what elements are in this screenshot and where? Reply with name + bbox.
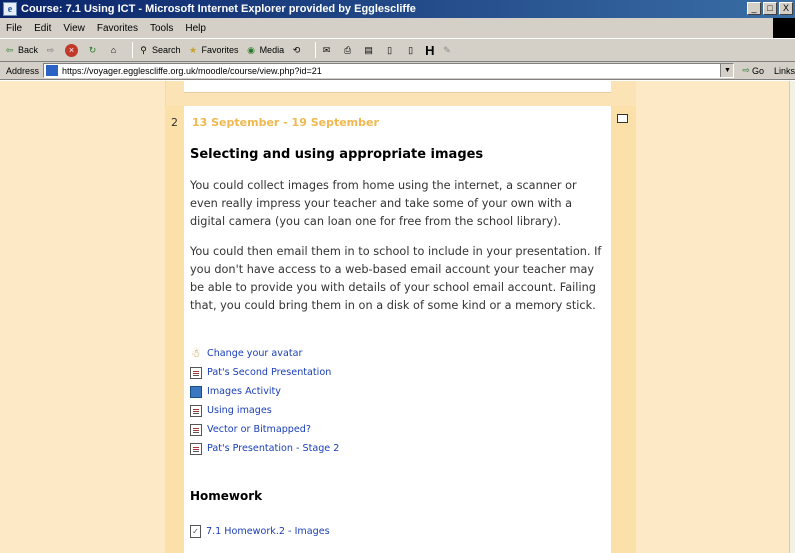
previous-section — [184, 81, 611, 93]
mail-button[interactable]: ✉ — [320, 44, 335, 57]
go-button[interactable]: ⇨ Go — [742, 65, 764, 76]
homework-heading: Homework — [190, 489, 263, 503]
home-button[interactable]: ⌂ — [107, 44, 122, 57]
resource-item-images-activity[interactable]: Images Activity — [190, 382, 339, 401]
messenger-icon: ▯ — [408, 44, 414, 55]
section-paragraph-2: You could then email them in to school t… — [190, 245, 602, 312]
menu-file[interactable]: File — [0, 23, 28, 34]
avatar-icon: ☃ — [191, 346, 201, 360]
stop-button[interactable]: × — [65, 43, 80, 57]
homework-item[interactable]: ✓ 7.1 Homework.2 - Images — [190, 525, 330, 538]
maximize-button[interactable]: □ — [763, 2, 777, 15]
history-icon: ⟲ — [292, 44, 301, 55]
edit-icon: ▤ — [364, 44, 373, 55]
resource-doc-icon — [190, 423, 202, 436]
resource-item-change-avatar[interactable]: ☃ Change your avatar — [190, 344, 339, 363]
search-icon: ⚲ — [140, 44, 147, 55]
forward-button[interactable]: ⇨ — [44, 44, 59, 57]
search-label: Search — [152, 45, 181, 55]
resource-link[interactable]: Change your avatar — [207, 348, 302, 359]
pen-button[interactable]: ✎ — [440, 44, 455, 57]
window-controls: _ □ X — [747, 2, 793, 15]
menu-tools[interactable]: Tools — [144, 23, 179, 34]
back-arrow-icon: ⇦ — [5, 44, 14, 55]
media-icon: ◉ — [247, 44, 255, 55]
page-icon — [46, 65, 59, 76]
search-button[interactable]: ⚲ Search — [137, 44, 181, 57]
window-title: Course: 7.1 Using ICT - Microsoft Intern… — [21, 3, 416, 15]
show-only-section-icon[interactable] — [617, 114, 628, 123]
address-input[interactable]: https://voyager.egglescliffe.org.uk/mood… — [43, 63, 735, 78]
back-button[interactable]: ⇦ Back — [3, 44, 38, 57]
page-content: 2 13 September - 19 September Selecting … — [0, 81, 795, 553]
links-button[interactable]: Links — [774, 66, 795, 76]
discuss-icon: ▯ — [387, 44, 393, 55]
resource-doc-icon — [190, 442, 202, 455]
ie-icon: e — [3, 2, 17, 16]
resource-list: ☃ Change your avatar Pat's Second Presen… — [190, 344, 339, 458]
mail-icon: ✉ — [322, 44, 331, 55]
favorites-label: Favorites — [201, 45, 239, 55]
toolbar-separator — [132, 42, 134, 58]
section-heading: Selecting and using appropriate images — [190, 147, 484, 162]
pen-icon: ✎ — [443, 44, 451, 55]
toolbar: ⇦ Back ⇨ × ↻ ⌂ ⚲ Search ★ Favorites ◉ Me… — [0, 38, 795, 62]
scrollbar[interactable] — [789, 81, 795, 553]
favorites-button[interactable]: ★ Favorites — [187, 44, 239, 57]
resource-doc-icon — [190, 404, 202, 417]
resource-link[interactable]: Vector or Bitmapped? — [207, 424, 311, 435]
menu-view[interactable]: View — [57, 23, 91, 34]
h-icon: H — [425, 42, 435, 58]
resource-item-second-presentation[interactable]: Pat's Second Presentation — [190, 363, 339, 382]
discuss-button[interactable]: ▯ — [383, 44, 398, 57]
minimize-button[interactable]: _ — [747, 2, 761, 15]
messenger-button[interactable]: ▯ — [404, 44, 419, 57]
menu-help[interactable]: Help — [179, 23, 212, 34]
assignment-icon: ✓ — [190, 525, 201, 538]
refresh-icon: ↻ — [88, 44, 97, 55]
address-url: https://voyager.egglescliffe.org.uk/mood… — [62, 65, 322, 76]
forward-arrow-icon: ⇨ — [46, 44, 55, 55]
section-content — [184, 106, 611, 553]
resource-link[interactable]: Images Activity — [207, 386, 281, 397]
section-paragraph-1: You could collect images from home using… — [190, 179, 577, 228]
back-label: Back — [18, 45, 39, 55]
media-label: Media — [259, 45, 285, 55]
close-button[interactable]: X — [779, 2, 793, 15]
resource-link[interactable]: Pat's Presentation - Stage 2 — [207, 443, 339, 454]
section-left-side — [165, 106, 184, 553]
address-dropdown-icon[interactable]: ▼ — [720, 64, 734, 77]
stop-icon: × — [65, 43, 79, 57]
window-title-bar: e Course: 7.1 Using ICT - Microsoft Inte… — [0, 0, 795, 18]
activity-icon — [190, 385, 202, 398]
media-button[interactable]: ◉ Media — [245, 44, 285, 57]
menu-bar: File Edit View Favorites Tools Help — [0, 18, 795, 38]
print-button[interactable]: ⎙ — [341, 44, 356, 57]
resource-link[interactable]: Pat's Second Presentation — [207, 367, 331, 378]
menu-favorites[interactable]: Favorites — [91, 23, 144, 34]
section-right-side — [611, 106, 636, 553]
section-number: 2 — [171, 116, 178, 129]
home-icon: ⌂ — [110, 44, 117, 55]
resource-doc-icon — [190, 366, 202, 379]
resource-item-using-images[interactable]: Using images — [190, 401, 339, 420]
toolbar-separator — [315, 42, 317, 58]
address-label: Address — [6, 65, 40, 76]
history-button[interactable]: ⟲ — [290, 44, 305, 57]
resource-item-presentation-stage-2[interactable]: Pat's Presentation - Stage 2 — [190, 439, 339, 458]
favorites-icon: ★ — [189, 44, 198, 55]
edit-button[interactable]: ▤ — [362, 44, 377, 57]
section-dates: 13 September - 19 September — [192, 116, 379, 129]
print-icon: ⎙ — [343, 44, 352, 55]
refresh-button[interactable]: ↻ — [86, 44, 101, 57]
windows-logo — [773, 18, 795, 38]
go-arrow-icon: ⇨ — [742, 65, 750, 75]
address-bar: Address https://voyager.egglescliffe.org… — [0, 62, 795, 80]
menu-edit[interactable]: Edit — [28, 23, 57, 34]
resource-item-vector-bitmapped[interactable]: Vector or Bitmapped? — [190, 420, 339, 439]
resource-link[interactable]: Using images — [207, 405, 272, 416]
homework-link[interactable]: 7.1 Homework.2 - Images — [206, 526, 330, 537]
h-toolbar-button[interactable]: H — [425, 43, 434, 58]
go-label: Go — [751, 65, 764, 76]
